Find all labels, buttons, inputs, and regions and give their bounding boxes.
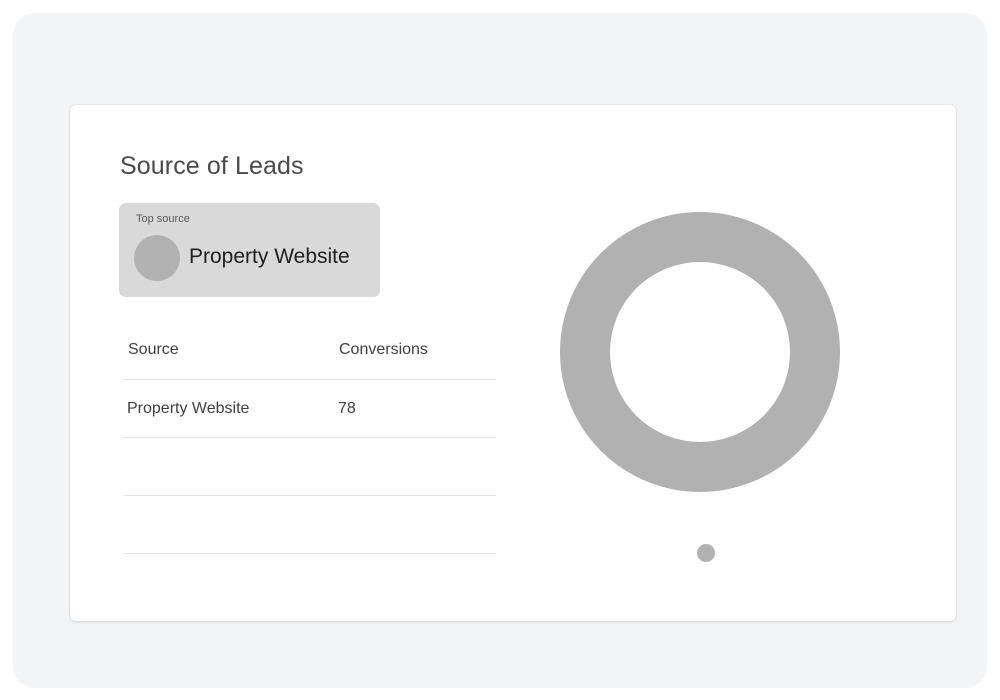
table-divider	[123, 379, 496, 380]
page-background: Source of Leads Top source Property Webs…	[13, 13, 987, 688]
table-divider	[123, 495, 496, 496]
top-source-name: Property Website	[189, 245, 350, 268]
donut-slice-property-website[interactable]	[560, 212, 840, 492]
table-divider	[123, 553, 496, 554]
column-header-source: Source	[128, 341, 179, 358]
card-title: Source of Leads	[120, 152, 304, 180]
table-divider	[123, 437, 496, 438]
source-of-leads-card: Source of Leads Top source Property Webs…	[70, 105, 956, 621]
top-source-label: Top source	[136, 213, 190, 225]
top-source-color-swatch	[134, 235, 180, 281]
table-cell-conversions: 78	[338, 400, 356, 417]
top-source-panel: Top source Property Website	[119, 203, 380, 297]
column-header-conversions: Conversions	[339, 341, 428, 358]
table-cell-source: Property Website	[127, 400, 250, 417]
legend-dot-property-website[interactable]	[697, 544, 715, 562]
leads-donut-chart	[560, 212, 840, 492]
